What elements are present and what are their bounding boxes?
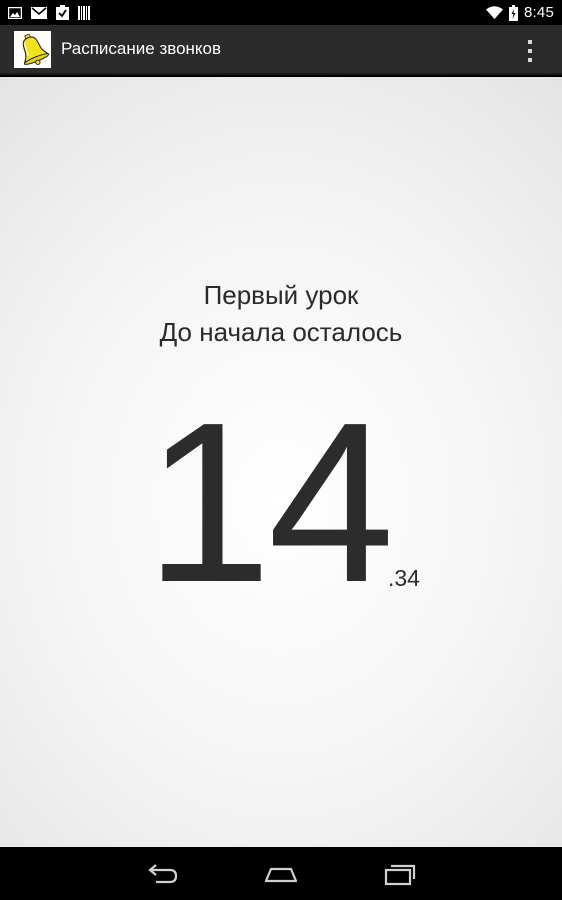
notification-icons [8,5,90,20]
status-bar: 8:45 [0,0,562,25]
clock: 8:45 [524,4,554,21]
recent-apps-icon[interactable] [381,861,421,887]
seconds-remaining: .34 [388,565,420,591]
clipboard-check-icon [56,5,69,20]
action-bar: Расписание звонков [0,25,562,75]
barcode-icon [78,5,90,20]
overflow-dot [528,58,532,62]
countdown-label: До начала осталось [159,317,403,347]
overflow-dot [528,40,532,44]
navigation-bar [0,847,562,900]
countdown-panel: Первый урок До начала осталось 14 .34 [0,77,562,847]
lesson-name: Первый урок [203,280,359,310]
battery-icon [509,4,518,21]
gmail-icon [31,6,47,19]
wifi-icon [486,6,503,19]
image-icon [8,6,22,19]
system-icons: 8:45 [486,3,554,22]
minutes-remaining: 14 [145,376,395,630]
overflow-dot [528,49,532,53]
bell-icon[interactable] [14,31,51,68]
app-title: Расписание звонков [61,39,222,58]
overflow-menu-icon[interactable] [518,38,542,64]
home-icon[interactable] [261,861,301,887]
back-icon[interactable] [142,861,182,887]
